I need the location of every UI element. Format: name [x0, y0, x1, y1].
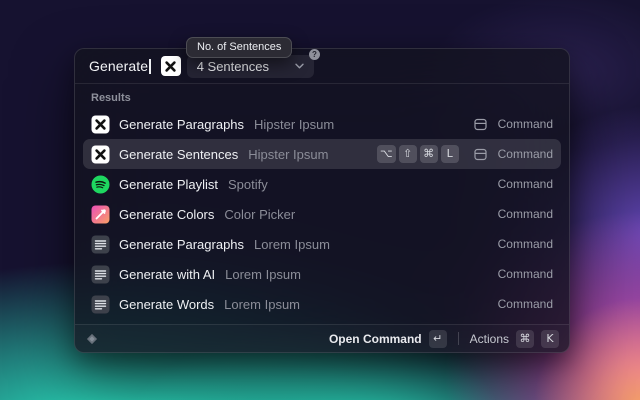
- list-item[interactable]: Generate with AI Lorem Ipsum Command: [83, 259, 561, 289]
- item-type: Command: [498, 177, 553, 191]
- item-title: Generate Colors: [119, 207, 214, 222]
- results-list: Generate Paragraphs Hipster Ipsum Comman…: [75, 109, 569, 324]
- color-picker-icon: [91, 205, 110, 224]
- chevron-down-icon: [295, 63, 304, 69]
- command-key: ⌘: [516, 330, 534, 348]
- hipster-ipsum-icon: [91, 115, 110, 134]
- command-accessory-icon: [474, 148, 487, 161]
- item-type: Command: [498, 207, 553, 221]
- footer-divider: [458, 332, 459, 345]
- footer-bar: Open Command ↵ Actions ⌘ K: [75, 324, 569, 352]
- list-item[interactable]: Generate Words Lorem Ipsum Command: [83, 289, 561, 319]
- hipster-ipsum-extension-icon: [161, 56, 181, 76]
- raycast-logo-icon: [85, 332, 99, 346]
- item-type: Command: [498, 297, 553, 311]
- lorem-ipsum-icon: [91, 235, 110, 254]
- lorem-ipsum-icon: [91, 295, 110, 314]
- list-item[interactable]: Generate Paragraphs Hipster Ipsum Comman…: [83, 109, 561, 139]
- dropdown-value: 4 Sentences: [197, 59, 269, 74]
- item-title: Generate Playlist: [119, 177, 218, 192]
- search-input[interactable]: Generate: [89, 58, 148, 74]
- spotify-icon: [91, 175, 110, 194]
- shortcut-key: ⇧: [399, 145, 417, 163]
- item-subtitle: Spotify: [228, 177, 268, 192]
- command-accessory-icon: [474, 118, 487, 131]
- item-subtitle: Lorem Ipsum: [224, 297, 300, 312]
- list-item[interactable]: Generate Sentences Hipster Ipsum ⌥⇧⌘L Co…: [83, 139, 561, 169]
- item-type: Command: [498, 237, 553, 251]
- item-subtitle: Color Picker: [224, 207, 295, 222]
- shortcut-key: L: [441, 145, 459, 163]
- launcher-window: Generate 4 Sentences ? Results Generate …: [74, 48, 570, 353]
- item-subtitle: Hipster Ipsum: [254, 117, 334, 132]
- list-item[interactable]: Generate Colors Color Picker Command: [83, 199, 561, 229]
- item-title: Generate Words: [119, 297, 214, 312]
- results-section-header: Results: [91, 92, 553, 104]
- item-type: Command: [498, 147, 553, 161]
- search-bar[interactable]: Generate 4 Sentences ?: [75, 49, 569, 84]
- item-subtitle: Lorem Ipsum: [254, 237, 330, 252]
- item-subtitle: Hipster Ipsum: [248, 147, 328, 162]
- item-title: Generate Paragraphs: [119, 117, 244, 132]
- item-subtitle: Lorem Ipsum: [225, 267, 301, 282]
- shortcut-key: ⌘: [420, 145, 438, 163]
- item-title: Generate with AI: [119, 267, 215, 282]
- actions-button[interactable]: Actions: [470, 332, 509, 346]
- item-type: Command: [498, 267, 553, 281]
- hipster-ipsum-icon: [91, 145, 110, 164]
- open-command-button[interactable]: Open Command: [329, 332, 422, 346]
- shortcut-key: ⌥: [377, 145, 396, 163]
- item-shortcut: ⌥⇧⌘L: [377, 145, 459, 163]
- text-caret: [149, 59, 151, 74]
- item-title: Generate Paragraphs: [119, 237, 244, 252]
- enter-key: ↵: [429, 330, 447, 348]
- item-type: Command: [498, 117, 553, 131]
- help-badge-icon: ?: [309, 49, 320, 60]
- tooltip: No. of Sentences: [186, 37, 292, 58]
- list-item[interactable]: Generate Paragraphs Lorem Ipsum Command: [83, 229, 561, 259]
- item-title: Generate Sentences: [119, 147, 238, 162]
- k-key: K: [541, 330, 559, 348]
- lorem-ipsum-icon: [91, 265, 110, 284]
- list-item[interactable]: Generate Playlist Spotify Command: [83, 169, 561, 199]
